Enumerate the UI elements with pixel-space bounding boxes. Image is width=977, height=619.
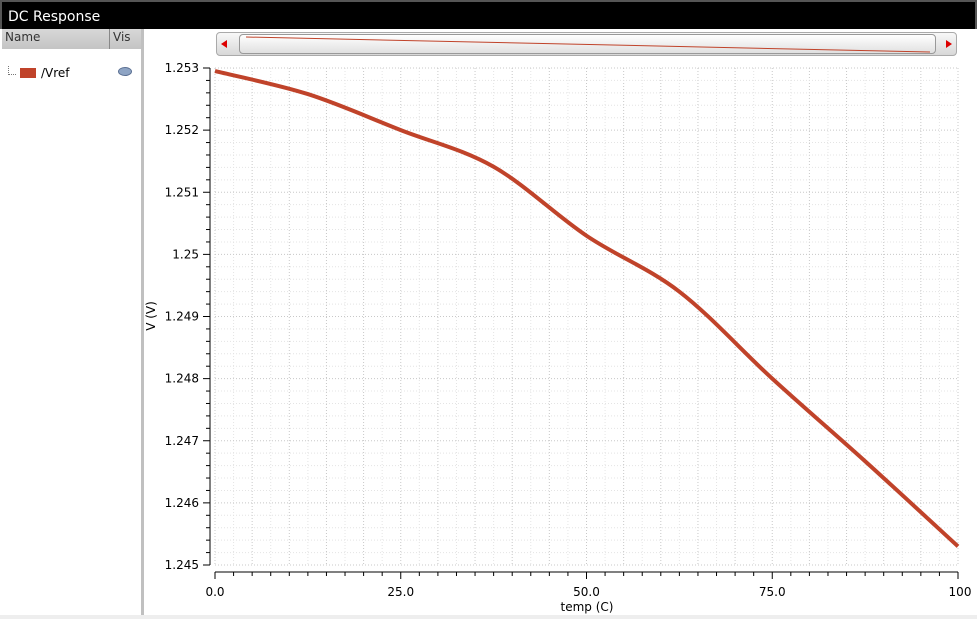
- y-tick-label: 1.252: [165, 123, 199, 137]
- x-tick-label: 100: [949, 585, 972, 599]
- y-tick-label: 1.25: [172, 247, 199, 261]
- y-tick-label: 1.253: [165, 61, 199, 75]
- x-tick-label: 75.0: [759, 585, 786, 599]
- y-tick-label: 1.249: [165, 310, 199, 324]
- y-tick-label: 1.247: [165, 434, 199, 448]
- y-axis-label: V (V): [144, 301, 158, 331]
- x-tick-label: 25.0: [387, 585, 414, 599]
- x-tick-label: 50.0: [573, 585, 600, 599]
- y-tick-label: 1.246: [165, 496, 199, 510]
- x-axis-label: temp (C): [561, 600, 614, 614]
- y-tick-label: 1.245: [165, 558, 199, 572]
- chart: 1.253 1.252 1.251 1.25 1.249 1.248 1.247 1.246 1…: [144, 61, 972, 614]
- y-tick-label: 1.248: [165, 372, 199, 386]
- y-tick-label: 1.251: [165, 185, 199, 199]
- x-tick-label: 0.0: [205, 585, 224, 599]
- status-strip: [0, 615, 977, 619]
